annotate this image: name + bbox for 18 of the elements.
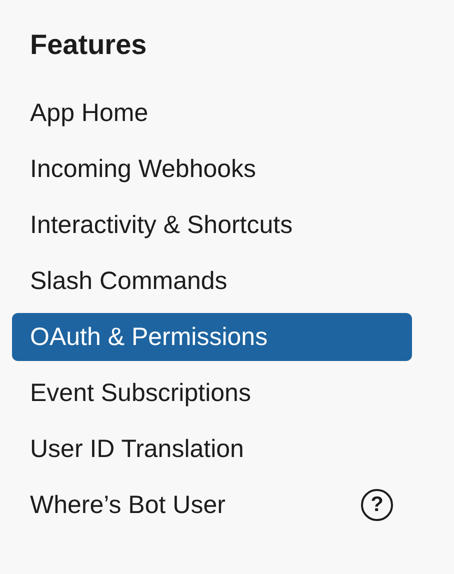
- nav-item[interactable]: Interactivity & Shortcuts: [12, 201, 412, 249]
- help-icon[interactable]: ?: [361, 489, 393, 521]
- nav-item[interactable]: Where’s Bot User ?: [12, 481, 412, 529]
- nav-item[interactable]: App Home: [12, 89, 412, 137]
- nav-item[interactable]: Event Subscriptions: [12, 369, 412, 417]
- nav-item[interactable]: OAuth & Permissions: [12, 313, 412, 361]
- nav-item-label: Event Subscriptions: [30, 378, 251, 408]
- nav-item-label: App Home: [30, 98, 148, 128]
- nav-item[interactable]: Incoming Webhooks: [12, 145, 412, 193]
- nav-item-label: Interactivity & Shortcuts: [30, 210, 293, 240]
- section-title: Features: [30, 28, 147, 62]
- nav-item[interactable]: User ID Translation: [12, 425, 412, 473]
- nav-item-label: Slash Commands: [30, 266, 228, 296]
- nav-item-label: Incoming Webhooks: [30, 154, 256, 184]
- nav-item-label: OAuth & Permissions: [30, 322, 268, 352]
- nav-item[interactable]: Slash Commands: [12, 257, 412, 305]
- nav-item-label: Where’s Bot User: [30, 490, 226, 520]
- nav-item-label: User ID Translation: [30, 434, 244, 464]
